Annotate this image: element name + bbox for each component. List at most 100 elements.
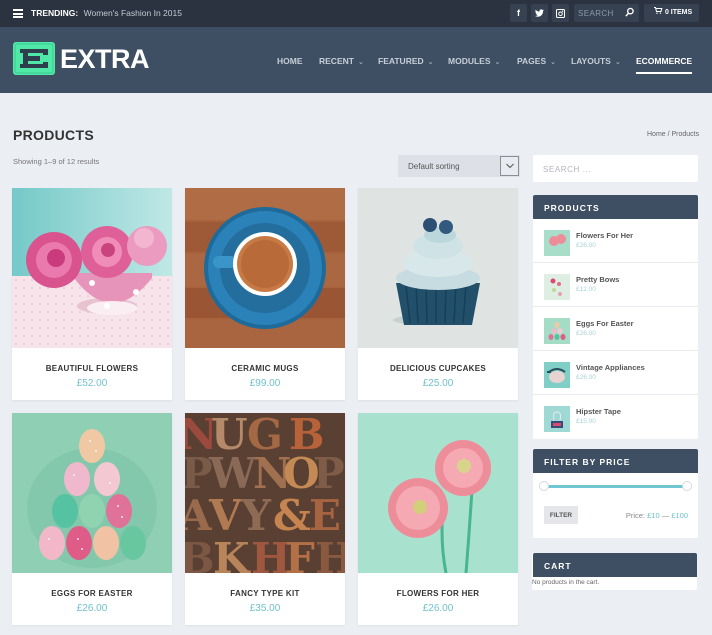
twitter-icon[interactable]	[531, 4, 548, 22]
widget-product-item[interactable]: Pretty Bows £12.00	[533, 263, 698, 307]
product-name[interactable]: BEAUTIFUL FLOWERS	[12, 364, 172, 373]
top-search-input[interactable]	[578, 7, 624, 19]
product-name[interactable]: CERAMIC MUGS	[185, 364, 345, 373]
product-card[interactable]: DELICIOUS CUPCAKES £25.00	[358, 188, 518, 400]
chevron-down-icon	[506, 163, 514, 169]
nav-label: FEATURED	[378, 56, 424, 66]
widget-product-price: £26.00	[576, 374, 596, 381]
max-price: £100	[671, 511, 688, 520]
widget-product-item[interactable]: Eggs For Easter £26.00	[533, 307, 698, 351]
product-image-pink-roses[interactable]	[12, 188, 172, 348]
product-price: £35.00	[249, 603, 281, 614]
product-image-easter-eggs[interactable]	[12, 413, 172, 573]
svg-text:B: B	[185, 534, 215, 573]
widget-product-price: £26.00	[576, 242, 596, 249]
widget-product-name[interactable]: Flowers For Her	[576, 231, 633, 240]
chevron-down-icon: ⌄	[427, 59, 434, 66]
sort-select[interactable]: Default sorting	[398, 155, 520, 177]
product-price: £25.00	[422, 378, 454, 389]
cart-icon	[654, 7, 663, 14]
nav-pages[interactable]: PAGES ⌄	[517, 56, 556, 68]
nav-label: HOME	[277, 56, 303, 66]
price-slider-min-handle[interactable]	[539, 481, 549, 491]
widget-product-name[interactable]: Vintage Appliances	[576, 363, 645, 372]
product-card[interactable]: FLOWERS FOR HER £26.00	[358, 413, 518, 625]
widget-product-thumb[interactable]	[544, 274, 570, 300]
sort-dropdown-button[interactable]	[500, 156, 519, 176]
widget-product-name[interactable]: Pretty Bows	[576, 275, 619, 284]
widget-product-price: £12.00	[576, 286, 596, 293]
instagram-icon[interactable]	[552, 4, 569, 22]
widget-product-price: £15.00	[576, 418, 596, 425]
widget-product-thumb[interactable]	[544, 362, 570, 388]
widget-product-price: £26.00	[576, 330, 596, 337]
logo-text[interactable]: EXTRA	[60, 42, 150, 76]
price-label: Price:	[625, 511, 646, 520]
top-bar: TRENDING: Women's Fashion In 2015 f 0 IT…	[0, 0, 712, 27]
nav-featured[interactable]: FEATURED ⌄	[378, 56, 434, 68]
product-price: £26.00	[422, 603, 454, 614]
page-title: PRODUCTS	[13, 127, 94, 143]
search-icon[interactable]	[625, 7, 634, 18]
nav-label: MODULES	[448, 56, 491, 66]
product-name[interactable]: FANCY TYPE KIT	[185, 589, 345, 598]
widget-product-item[interactable]: Flowers For Her £26.00	[533, 219, 698, 263]
product-name[interactable]: EGGS FOR EASTER	[12, 589, 172, 598]
nav-label: PAGES	[517, 56, 547, 66]
logo-icon[interactable]	[13, 42, 55, 75]
svg-text:V: V	[208, 491, 243, 540]
top-cart-button[interactable]: 0 ITEMS	[644, 4, 699, 22]
product-image-wood-type-letters[interactable]: NUGB PWNOP A V Y & E BKHFH	[185, 413, 345, 573]
widget-product-thumb[interactable]	[544, 230, 570, 256]
product-card[interactable]: EGGS FOR EASTER £26.00	[12, 413, 172, 625]
cart-widget-title: CART	[533, 553, 697, 577]
widget-product-name[interactable]: Hipster Tape	[576, 407, 621, 416]
products-widget: PRODUCTS Flowers For Her £26.00 Pretty B…	[533, 195, 698, 439]
facebook-icon[interactable]: f	[510, 4, 527, 22]
product-price: £52.00	[76, 378, 108, 389]
widget-product-thumb[interactable]	[544, 406, 570, 432]
product-image-cupcake[interactable]	[358, 188, 518, 348]
svg-text:&: &	[273, 491, 311, 540]
product-price: £26.00	[76, 603, 108, 614]
price-slider-track[interactable]	[544, 485, 687, 488]
nav-label: RECENT	[319, 56, 354, 66]
product-name[interactable]: DELICIOUS CUPCAKES	[358, 364, 518, 373]
product-card[interactable]: BEAUTIFUL FLOWERS £52.00	[12, 188, 172, 400]
chevron-down-icon: ⌄	[614, 59, 621, 66]
sort-selected-value: Default sorting	[408, 162, 460, 171]
cart-empty-message: No products in the cart.	[532, 579, 600, 586]
svg-text:K: K	[213, 534, 251, 573]
product-image-pink-gerberas[interactable]	[358, 413, 518, 573]
svg-text:F: F	[285, 534, 315, 573]
nav-ecommerce[interactable]: ECOMMERCE	[636, 56, 693, 74]
min-price: £10	[647, 511, 660, 520]
nav-label: LAYOUTS	[571, 56, 611, 66]
product-image-blue-coffee-cup[interactable]	[185, 188, 345, 348]
breadcrumb[interactable]: Home / Products	[647, 131, 699, 138]
sidebar-search-input[interactable]	[543, 162, 683, 176]
nav-modules[interactable]: MODULES ⌄	[448, 56, 500, 68]
price-slider-max-handle[interactable]	[682, 481, 692, 491]
products-widget-title: PRODUCTS	[533, 195, 698, 219]
nav-recent[interactable]: RECENT ⌄	[319, 56, 364, 68]
svg-text:H: H	[315, 534, 345, 573]
product-card[interactable]: NUGB PWNOP A V Y & E BKHFH FANCY TYPE KIT £3…	[185, 413, 345, 625]
product-card[interactable]: CERAMIC MUGS £99.00	[185, 188, 345, 400]
top-search-box	[574, 4, 639, 22]
widget-product-thumb[interactable]	[544, 318, 570, 344]
trending-label: TRENDING:	[31, 8, 79, 18]
nav-label: ECOMMERCE	[636, 56, 693, 66]
sidebar-search-box	[533, 155, 698, 182]
product-name[interactable]: FLOWERS FOR HER	[358, 589, 518, 598]
nav-home[interactable]: HOME	[277, 56, 303, 68]
widget-product-item[interactable]: Hipster Tape £15.00	[533, 395, 698, 439]
trending-ticker[interactable]: TRENDING: Women's Fashion In 2015	[31, 8, 182, 18]
widget-product-item[interactable]: Vintage Appliances £26.00	[533, 351, 698, 395]
hamburger-menu-icon[interactable]	[13, 9, 23, 18]
product-price: £99.00	[249, 378, 281, 389]
widget-product-name[interactable]: Eggs For Easter	[576, 319, 634, 328]
filter-button[interactable]: FILTER	[544, 506, 578, 524]
nav-layouts[interactable]: LAYOUTS ⌄	[571, 56, 621, 68]
trending-text[interactable]: Women's Fashion In 2015	[84, 8, 182, 18]
